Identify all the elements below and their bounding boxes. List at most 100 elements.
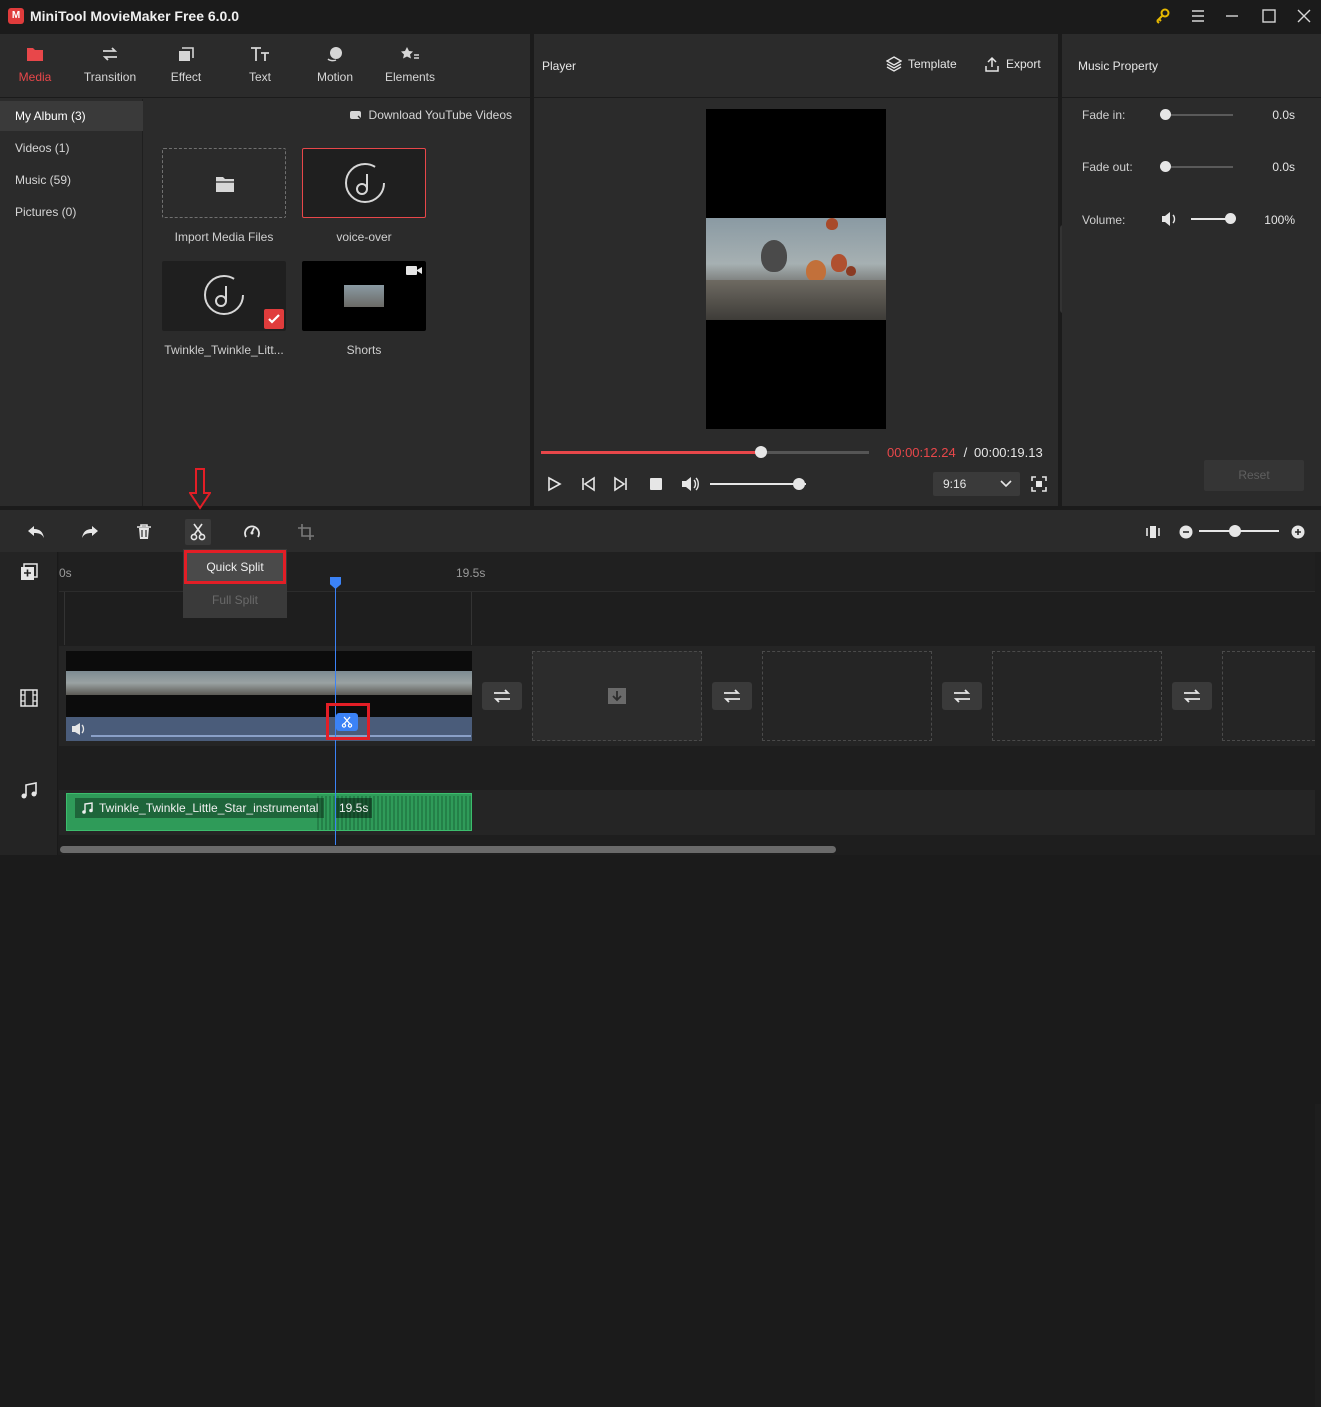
nav-pictures[interactable]: Pictures (0): [0, 197, 143, 227]
empty-clip-slot-2[interactable]: [762, 651, 932, 741]
template-button[interactable]: Template: [886, 56, 957, 72]
nav-my-album[interactable]: My Album (3): [0, 101, 143, 131]
fade-in-slider[interactable]: [1160, 109, 1233, 120]
zoom-in-icon[interactable]: [1285, 519, 1311, 545]
drop-here-icon: [607, 687, 627, 705]
import-media-label: Import Media Files: [174, 230, 274, 244]
music-volume-slider[interactable]: [1191, 213, 1236, 224]
split-marker-highlight: [326, 703, 370, 740]
fullscreen-icon[interactable]: [1031, 476, 1047, 492]
transition-slot-1[interactable]: [482, 682, 522, 710]
stop-icon[interactable]: [649, 477, 663, 491]
music-volume-handle[interactable]: [1225, 213, 1236, 224]
shorts-label: Shorts: [346, 343, 382, 357]
volume-label: Volume:: [1082, 213, 1126, 227]
music-clip-twinkle[interactable]: Twinkle_Twinkle_Little_Star_instrumental…: [66, 793, 472, 831]
full-split-option[interactable]: Full Split: [186, 585, 284, 615]
video-clip-shorts[interactable]: [66, 651, 472, 741]
nav-music[interactable]: Music (59): [0, 165, 143, 195]
aspect-ratio-select[interactable]: 9:16: [933, 472, 1020, 496]
clip-volume-icon[interactable]: [71, 722, 87, 736]
quick-split-option[interactable]: Quick Split: [184, 550, 286, 584]
property-title: Music Property: [1078, 59, 1159, 73]
transition-icon: [952, 689, 972, 703]
fade-in-handle[interactable]: [1160, 109, 1171, 120]
template-label: Template: [908, 57, 957, 71]
playback-progress-bar[interactable]: [541, 446, 869, 458]
app-logo-icon: M: [8, 8, 24, 24]
import-media-card[interactable]: [162, 148, 286, 218]
title-bar: M MiniTool MovieMaker Free 6.0.0: [0, 0, 1321, 32]
volume-value: 100%: [1264, 213, 1295, 227]
youtube-download-icon: [349, 109, 363, 121]
playback-progress-handle[interactable]: [754, 446, 767, 458]
redo-icon[interactable]: [77, 519, 103, 545]
ruler-end-label: 19.5s: [456, 566, 486, 580]
fade-out-slider[interactable]: [1160, 161, 1233, 172]
shorts-video-card[interactable]: [302, 261, 426, 331]
drop-media-slot[interactable]: [532, 651, 702, 741]
speed-icon[interactable]: [239, 519, 265, 545]
music-note-icon: [203, 274, 245, 316]
undo-icon[interactable]: [23, 519, 49, 545]
empty-clip-slot-3[interactable]: [992, 651, 1162, 741]
text-icon: [230, 34, 290, 64]
export-button[interactable]: Export: [984, 56, 1041, 72]
player-panel: Player Template Export 00:00:12.24 / 00:…: [534, 34, 1058, 506]
zoom-slider-handle[interactable]: [1229, 525, 1241, 537]
track-header-column: [0, 552, 58, 855]
menu-icon[interactable]: [1184, 4, 1212, 28]
checkmark-icon: [264, 309, 284, 329]
tab-effect-label: Effect: [170, 70, 202, 84]
effect-icon: [156, 34, 216, 64]
music-clip-duration: 19.5s: [335, 798, 373, 818]
player-volume-handle[interactable]: [793, 478, 806, 490]
reset-button[interactable]: Reset: [1204, 460, 1304, 491]
zoom-slider[interactable]: [1199, 525, 1279, 537]
twinkle-music-label: Twinkle_Twinkle_Litt...: [164, 343, 284, 357]
tab-motion[interactable]: Motion: [305, 34, 365, 98]
timeline-horizontal-scrollbar[interactable]: [60, 846, 836, 853]
ruler-start-label: 0s: [59, 566, 72, 580]
voice-over-card[interactable]: [302, 148, 426, 218]
maximize-icon[interactable]: [1255, 4, 1283, 28]
tab-elements-label: Elements: [384, 70, 436, 84]
key-icon[interactable]: [1148, 4, 1176, 28]
close-icon[interactable]: [1290, 4, 1318, 28]
tab-effect[interactable]: Effect: [156, 34, 216, 98]
split-button[interactable]: [185, 519, 211, 545]
empty-clip-slot-4[interactable]: [1222, 651, 1315, 741]
video-preview: [706, 109, 886, 429]
motion-icon: [305, 34, 365, 64]
aspect-ratio-value: 9:16: [943, 477, 967, 491]
twinkle-music-card[interactable]: [162, 261, 286, 331]
minimize-icon[interactable]: [1218, 4, 1246, 28]
next-frame-icon[interactable]: [613, 476, 629, 492]
crop-icon[interactable]: [293, 519, 319, 545]
chevron-down-icon: [1000, 480, 1012, 488]
transition-slot-3[interactable]: [942, 682, 982, 710]
fade-in-value: 0.0s: [1272, 108, 1295, 122]
tab-text[interactable]: Text: [230, 34, 290, 98]
fade-out-handle[interactable]: [1160, 161, 1171, 172]
fit-timeline-icon[interactable]: [1140, 519, 1166, 545]
delete-icon[interactable]: [131, 519, 157, 545]
play-icon[interactable]: [546, 476, 562, 492]
player-header: Player Template Export: [534, 34, 1058, 98]
previous-frame-icon[interactable]: [580, 476, 596, 492]
transition-icon: [722, 689, 742, 703]
volume-icon[interactable]: [680, 476, 700, 492]
download-youtube-button[interactable]: Download YouTube Videos: [349, 108, 512, 122]
tab-motion-label: Motion: [316, 70, 354, 84]
zoom-out-icon[interactable]: [1173, 519, 1199, 545]
add-track-icon[interactable]: [20, 563, 38, 581]
preview-frame-balloons: [706, 218, 886, 320]
tab-transition[interactable]: Transition: [75, 34, 145, 98]
transition-slot-2[interactable]: [712, 682, 752, 710]
nav-videos[interactable]: Videos (1): [0, 133, 143, 163]
layers-icon: [886, 56, 902, 72]
player-volume-slider[interactable]: [710, 478, 806, 490]
tab-media[interactable]: Media: [5, 34, 65, 98]
transition-slot-4[interactable]: [1172, 682, 1212, 710]
tab-elements[interactable]: Elements: [380, 34, 440, 98]
